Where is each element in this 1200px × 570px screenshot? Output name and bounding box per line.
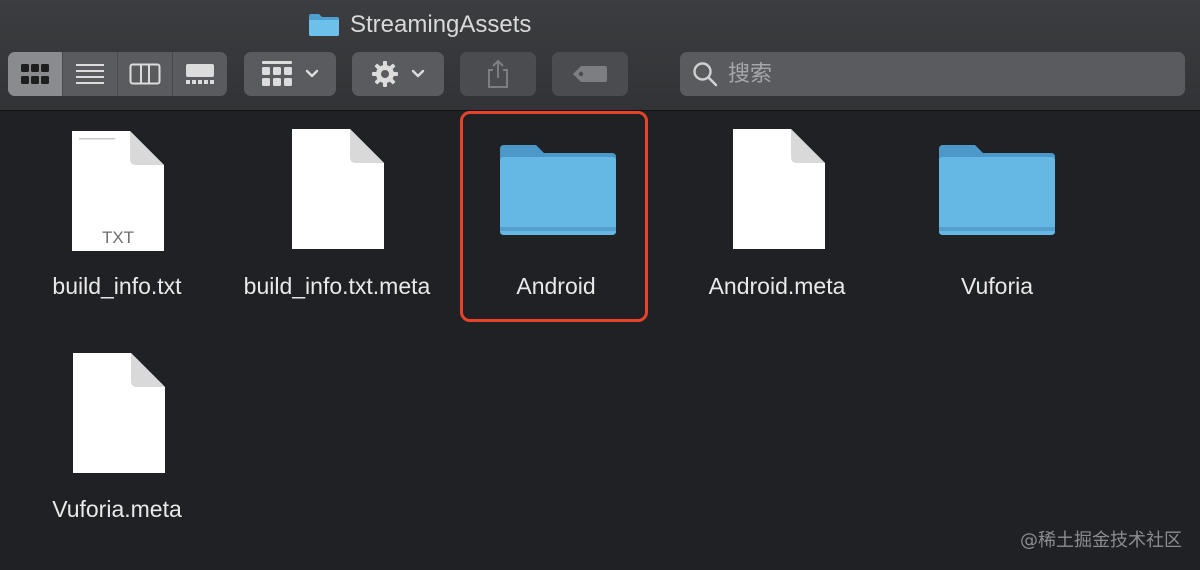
folder-icon	[309, 14, 339, 36]
chevron-down-icon	[305, 69, 319, 78]
action-menu-button[interactable]	[352, 52, 444, 96]
gallery-view-button[interactable]	[173, 52, 227, 96]
list-icon	[76, 64, 104, 84]
share-icon	[488, 59, 508, 88]
search-field[interactable]	[680, 52, 1185, 96]
file-item-build-info-txt-meta[interactable]: build_info.txt.meta	[227, 111, 447, 331]
finder-toolbar: StreamingAssets	[0, 0, 1200, 111]
document-icon	[292, 129, 384, 249]
group-by-button[interactable]	[244, 52, 336, 96]
folder-icon	[939, 145, 1055, 235]
search-input[interactable]	[726, 60, 1170, 88]
document-icon	[73, 353, 165, 473]
file-name: Vuforia	[960, 273, 1034, 299]
file-type-badge: TXT	[102, 228, 134, 247]
folder-icon	[500, 145, 616, 235]
window-title: StreamingAssets	[308, 9, 531, 41]
group-grid-icon	[262, 61, 292, 86]
edit-tags-button[interactable]	[552, 52, 628, 96]
file-name: Vuforia.meta	[52, 496, 182, 522]
gallery-icon	[186, 64, 214, 84]
file-item-build-info-txt[interactable]: TXT build_info.txt	[7, 111, 227, 311]
file-name: Android.meta	[708, 273, 846, 299]
window-title-text: StreamingAssets	[350, 11, 532, 38]
file-item-android-meta[interactable]: Android.meta	[667, 111, 887, 311]
chevron-down-icon	[411, 69, 425, 78]
file-name: build_info.txt	[52, 273, 182, 299]
folder-item-vuforia[interactable]: Vuforia	[887, 111, 1107, 311]
list-view-button[interactable]	[63, 52, 118, 96]
file-name: Android	[516, 273, 596, 299]
icon-view-button[interactable]	[8, 52, 63, 96]
file-item-vuforia-meta[interactable]: Vuforia.meta	[7, 335, 227, 535]
column-view-button[interactable]	[118, 52, 173, 96]
text-document-icon: TXT	[72, 131, 164, 251]
share-button[interactable]	[460, 52, 536, 96]
file-grid: TXT build_info.txt build_info.txt.meta A…	[0, 111, 1200, 570]
gear-icon	[372, 61, 398, 87]
watermark: @稀土掘金技术社区	[1020, 530, 1182, 551]
document-icon	[733, 129, 825, 249]
folder-item-android[interactable]: Android	[446, 111, 666, 311]
columns-icon	[129, 63, 161, 85]
tag-icon	[573, 66, 607, 82]
search-icon	[693, 62, 718, 87]
view-mode-segmented-control	[8, 52, 227, 96]
file-name: build_info.txt.meta	[243, 273, 431, 299]
grid-icon	[21, 64, 49, 84]
